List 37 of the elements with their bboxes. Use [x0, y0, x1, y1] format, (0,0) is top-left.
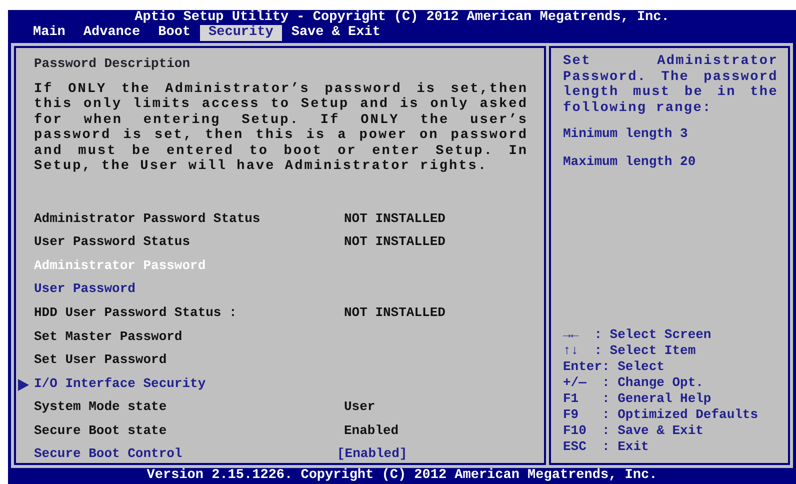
key-hint: F1 : General Help — [563, 391, 712, 407]
key-hint: ↑↓ : Select Item — [563, 343, 697, 359]
description-text: If ONLY the Administrator’s password is set,then this only limits access to Setup and is only asked for when entering Setup. If ONLY the user’s password is set, then this is a power on password and must be entered to boot or enter Setup. In Setup, the User will have Administrator rights. — [34, 82, 528, 174]
key-hint: F10 : Save & Exit — [563, 423, 704, 439]
version-text: Version 2.15.1226. Copyright (C) 2012 American Megatrends, Inc. — [146, 468, 658, 484]
setting-label: System Mode state — [34, 399, 167, 414]
section-heading: Password Description — [34, 55, 192, 73]
submenu-arrow-icon — [18, 378, 29, 391]
setting-value: [Enabled] — [337, 445, 408, 464]
setting-value: NOT INSTALLED — [344, 210, 446, 228]
setting-value: NOT INSTALLED — [344, 304, 446, 322]
help-text: Minimum length 3 — [563, 125, 689, 143]
help-text: Set Administrator Password. The password length must be in the following range: — [563, 54, 778, 116]
key-hint: +/— : Change Opt. — [563, 375, 704, 391]
setting-label: HDD User Password Status : — [34, 304, 237, 320]
help-text: Maximum length 20 — [563, 152, 697, 170]
setting-option[interactable]: User Password — [34, 281, 136, 296]
setting-label: Secure Boot state — [34, 422, 167, 438]
menu-tab[interactable]: Boot — [149, 25, 200, 41]
setting-label: User Password Status — [34, 234, 190, 250]
setting-label: Administrator Password Status — [34, 210, 260, 226]
key-hint: ESC : Exit — [563, 439, 650, 455]
setting-option[interactable]: Secure Boot Control — [34, 446, 182, 462]
setting-value: Enabled — [344, 422, 399, 440]
setting-value: User — [344, 398, 376, 416]
setting-label: Set Master Password — [34, 328, 182, 344]
menu-tab[interactable]: Security — [200, 25, 282, 41]
setting-value: NOT INSTALLED — [344, 233, 446, 252]
window-title: Aptio Setup Utility - Copyright (C) 2012 American Megatrends, Inc. — [134, 10, 670, 25]
key-hint: F9 : Optimized Defaults — [563, 407, 760, 423]
submenu-link[interactable]: I/O Interface Security — [34, 376, 206, 391]
setting-label: Set User Password — [34, 352, 167, 368]
menu-tab[interactable]: Advance — [74, 25, 150, 41]
menu-tab[interactable]: Main — [24, 25, 74, 41]
menu-tab[interactable]: Save & Exit — [282, 25, 390, 41]
key-hint: →← : Select Screen — [563, 327, 712, 343]
key-hint: Enter: Select — [563, 359, 666, 375]
